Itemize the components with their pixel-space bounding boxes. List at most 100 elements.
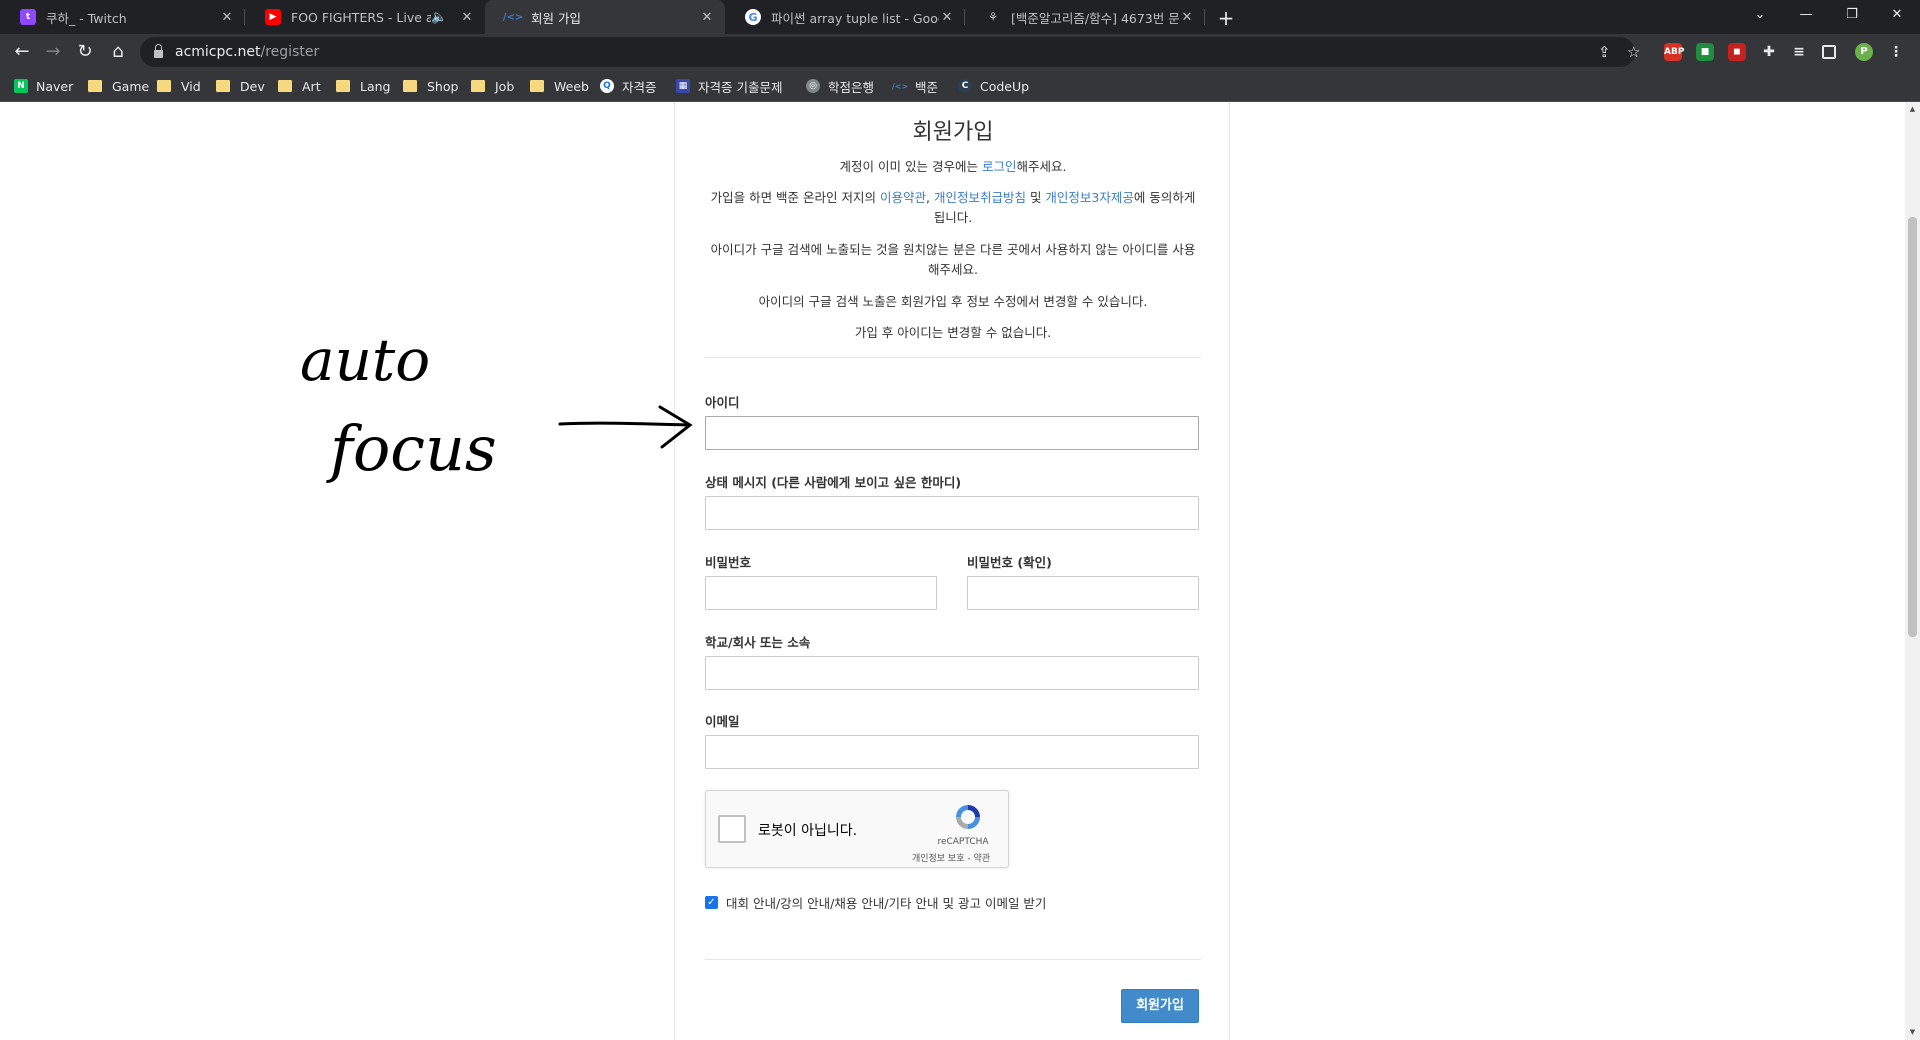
- folder-icon: [216, 80, 230, 92]
- recaptcha-logo-icon: [956, 805, 980, 829]
- baekjoon-icon: /<>: [891, 81, 909, 91]
- school-input[interactable]: [705, 656, 1199, 690]
- recaptcha-checkbox[interactable]: [718, 815, 746, 843]
- close-icon[interactable]: ✕: [939, 10, 955, 25]
- tab-google[interactable]: G 파이썬 array tuple list - Google ✕: [725, 0, 965, 34]
- folder-icon: [471, 80, 485, 92]
- folder-icon: [278, 80, 292, 92]
- browser-toolbar: ← → ↻ ⌂ acmicpc.net/register ⇪ ☆ ABP ■ ◼…: [0, 34, 1920, 70]
- folder-icon: [88, 80, 102, 92]
- tab-title: 파이썬 array tuple list - Google: [771, 10, 939, 26]
- bookmark-dev[interactable]: Dev: [216, 77, 265, 95]
- divider: [705, 959, 1201, 960]
- close-window-button[interactable]: ✕: [1874, 0, 1920, 34]
- minimize-button[interactable]: —: [1783, 0, 1829, 34]
- annotation-word-2: focus: [326, 412, 497, 485]
- recaptcha-label: 로봇이 아닙니다.: [758, 823, 858, 839]
- register-panel: 회원가입 계정이 이미 있는 경우에는 로그인해주세요. 가입을 하면 백준 온…: [674, 102, 1230, 1040]
- password-input[interactable]: [705, 576, 937, 610]
- status-message-label: 상태 메시지 (다른 사람에게 보이고 싶은 한마디): [705, 475, 962, 490]
- close-icon[interactable]: ✕: [459, 10, 475, 25]
- notice-terms: 가입을 하면 백준 온라인 저지의 이용약관, 개인정보취급방침 및 개인정보3…: [710, 190, 1196, 225]
- email-input[interactable]: [705, 735, 1199, 769]
- bookmark-baekjoon[interactable]: /<> 백준: [891, 77, 938, 95]
- bookmark-certificate-exams[interactable]: ▦ 자격증 기출문제: [676, 77, 782, 95]
- reload-icon[interactable]: ↻: [71, 38, 99, 66]
- close-icon[interactable]: ✕: [699, 10, 715, 25]
- profile-avatar[interactable]: P: [1855, 43, 1873, 61]
- terms-link[interactable]: 이용약관: [880, 190, 926, 205]
- bookmark-weeb[interactable]: Weeb: [530, 77, 589, 95]
- bookmark-job[interactable]: Job: [471, 77, 514, 95]
- menu-kebab-icon[interactable]: ⋮: [1887, 43, 1905, 61]
- extension-red-icon[interactable]: ◼: [1728, 43, 1746, 61]
- page-title: 회원가입: [912, 120, 994, 145]
- twitch-icon: t: [20, 9, 36, 25]
- tab-strip: t 쿠하_ - Twitch ✕ ▶ FOO FIGHTERS - Live a…: [0, 0, 1920, 34]
- email-opt-in-label[interactable]: 대회 안내/강의 안내/채용 안내/기타 안내 및 광고 이메일 받기: [726, 893, 1046, 912]
- bookmark-certificate[interactable]: Q 자격증: [600, 77, 657, 95]
- login-link[interactable]: 로그인: [982, 159, 1017, 174]
- folder-icon: [530, 80, 544, 92]
- bookmark-shop[interactable]: Shop: [403, 77, 458, 95]
- recaptcha-brand: reCAPTCHA: [937, 837, 989, 847]
- arrow-icon: [558, 405, 693, 449]
- side-panel-icon[interactable]: [1822, 45, 1836, 59]
- register-submit-button[interactable]: 회원가입: [1121, 989, 1199, 1023]
- third-party-link[interactable]: 개인정보3자제공: [1045, 190, 1133, 205]
- notice-id-fixed: 가입 후 아이디는 변경할 수 없습니다.: [854, 325, 1052, 340]
- restore-button[interactable]: ❐: [1829, 0, 1875, 34]
- page-scrollbar[interactable]: ▲ ▼: [1905, 102, 1920, 1040]
- lock-icon: [154, 44, 163, 58]
- share-icon[interactable]: ⇪: [1598, 43, 1611, 61]
- password-confirm-label: 비밀번호 (확인): [967, 555, 1052, 570]
- close-icon[interactable]: ✕: [219, 10, 235, 25]
- codeup-icon: C: [958, 79, 972, 93]
- bookmark-naver[interactable]: N Naver: [14, 77, 73, 95]
- tab-twitch[interactable]: t 쿠하_ - Twitch ✕: [0, 0, 245, 34]
- scroll-down-icon[interactable]: ▼: [1905, 1025, 1920, 1040]
- close-icon[interactable]: ✕: [1179, 10, 1195, 25]
- exam-icon: ▦: [676, 79, 690, 93]
- tab-search-icon[interactable]: ⌄: [1737, 0, 1783, 34]
- bookmark-star-icon[interactable]: ☆: [1627, 43, 1640, 61]
- baekjoon-icon: /<>: [502, 11, 524, 23]
- extension-green-icon[interactable]: ■: [1696, 43, 1714, 61]
- scroll-up-icon[interactable]: ▲: [1905, 102, 1920, 117]
- scroll-thumb[interactable]: [1908, 217, 1917, 637]
- bookmark-game[interactable]: Game: [88, 77, 149, 95]
- password-label: 비밀번호: [705, 555, 752, 570]
- privacy-policy-link[interactable]: 개인정보취급방침: [934, 190, 1026, 205]
- tab-register[interactable]: /<> 회원 가입 ✕: [485, 0, 725, 34]
- id-label: 아이디: [705, 395, 740, 410]
- notice-login: 계정이 이미 있는 경우에는 로그인해주세요.: [839, 159, 1067, 174]
- bookmark-vid[interactable]: Vid: [157, 77, 201, 95]
- bookmark-codeup[interactable]: C CodeUp: [958, 77, 1029, 95]
- google-icon: G: [745, 9, 761, 25]
- password-confirm-input[interactable]: [967, 576, 1199, 610]
- tab-title: 쿠하_ - Twitch: [46, 10, 127, 26]
- new-tab-button[interactable]: +: [1212, 4, 1240, 32]
- url-text: acmicpc.net/register: [175, 44, 320, 60]
- bookmark-credit-bank[interactable]: ◎ 학점은행: [806, 77, 874, 95]
- tab-title: 회원 가입: [531, 10, 581, 26]
- speaker-icon[interactable]: 🔈: [431, 10, 447, 25]
- extensions-puzzle-icon[interactable]: ✚: [1760, 43, 1778, 61]
- reading-list-icon[interactable]: ≡: [1790, 43, 1808, 61]
- notice-google: 아이디가 구글 검색에 노출되는 것을 원치않는 분은 다른 곳에서 사용하지 …: [710, 242, 1196, 277]
- forward-icon[interactable]: →: [39, 38, 67, 66]
- bookmark-lang[interactable]: Lang: [336, 77, 390, 95]
- recaptcha-links[interactable]: 개인정보 보호 - 약관: [894, 851, 1008, 864]
- bookmark-art[interactable]: Art: [278, 77, 321, 95]
- status-message-input[interactable]: [705, 496, 1199, 530]
- tab-blog[interactable]: ⚘ [백준알고리즘/함수] 4673번 문자 ✕: [965, 0, 1205, 34]
- id-input[interactable]: [705, 416, 1199, 450]
- email-opt-in-checkbox[interactable]: ✓: [705, 896, 718, 909]
- back-icon[interactable]: ←: [8, 38, 36, 66]
- naver-icon: N: [14, 79, 28, 93]
- tab-youtube[interactable]: ▶ FOO FIGHTERS - Live at Lol 🔈 ✕: [245, 0, 485, 34]
- adblock-icon[interactable]: ABP: [1664, 43, 1684, 61]
- address-bar[interactable]: acmicpc.net/register ⇪ ☆: [140, 37, 1640, 67]
- home-icon[interactable]: ⌂: [104, 38, 132, 66]
- blog-icon: ⚘: [985, 9, 1001, 25]
